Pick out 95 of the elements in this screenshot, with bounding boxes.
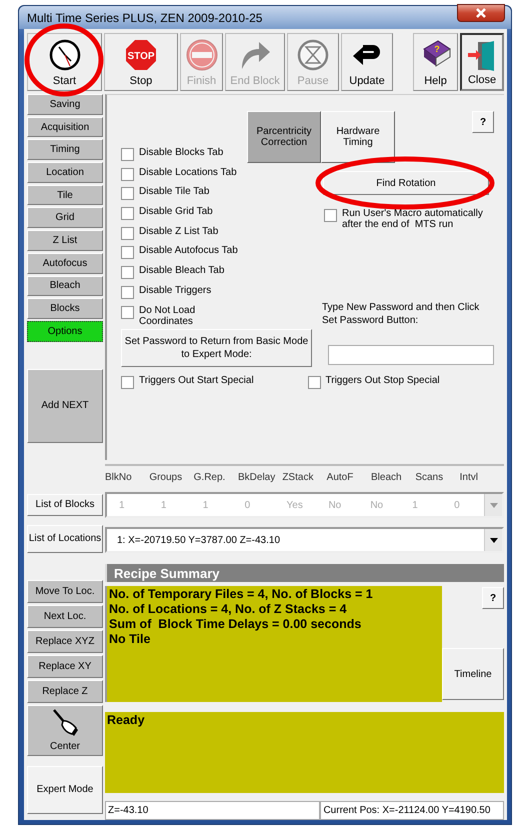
side-tab[interactable]: Location (27, 162, 103, 183)
checkbox[interactable] (121, 266, 134, 280)
center-button[interactable]: Center (27, 704, 103, 756)
password-field[interactable] (328, 344, 494, 364)
checkbox-label: Disable Grid Tab (139, 206, 213, 218)
toolbar-button[interactable]: Update (341, 33, 393, 91)
side-tab[interactable]: Grid (27, 207, 103, 228)
checkbox-label: Disable Autofocus Tab (139, 245, 238, 256)
column-header: Groups (149, 472, 184, 482)
hourglass-clock-icon (297, 39, 329, 71)
column-header: AutoF (326, 472, 354, 482)
help-button[interactable]: ? (472, 111, 494, 133)
checkbox[interactable] (121, 168, 134, 181)
toolbar-button[interactable]: Close (460, 33, 504, 91)
curved-arrow-icon (239, 39, 271, 71)
current-position-field: Current Pos: X=-21124.00 Y=4190.50 (320, 801, 504, 820)
checkbox-label: Run User's Macro automatically after the end of MTS run (342, 208, 484, 230)
status-message: Ready (105, 712, 504, 793)
side-tab[interactable]: Z List (27, 230, 103, 251)
table-cell-text: 0 (244, 500, 252, 510)
checkbox[interactable] (308, 376, 320, 388)
checkbox[interactable] (121, 187, 134, 200)
side-tab[interactable]: Autofocus (27, 252, 103, 274)
checkbox-label: Do Not Load Coordinates (139, 304, 196, 326)
checkbox[interactable] (121, 226, 134, 240)
help-button[interactable]: ? (482, 587, 504, 609)
side-tab[interactable]: Bleach (27, 276, 103, 296)
z-position-field: Z=-43.10 (105, 801, 320, 820)
checkbox[interactable] (121, 306, 134, 318)
checkbox[interactable] (324, 209, 337, 222)
clock-icon (48, 39, 80, 71)
window-title: Multi Time Series PLUS, ZEN 2009-2010-25 (27, 10, 262, 24)
dropdown-arrow-icon (490, 538, 498, 542)
location-button[interactable]: Replace Z (27, 680, 103, 703)
side-tab[interactable]: Timing (27, 139, 103, 160)
mode-tab[interactable]: Hardware Timing (321, 111, 395, 163)
location-button[interactable]: Move To Loc. (27, 580, 103, 603)
checkbox[interactable] (121, 286, 134, 299)
add-next-button[interactable]: Add NEXT (27, 368, 103, 443)
table-cell-text: 1 (202, 500, 210, 510)
column-header: G.Rep. (194, 472, 226, 482)
summary-line: Sum of Block Time Delays = 0.00 seconds (109, 617, 362, 632)
checkbox-label: Disable Triggers (139, 284, 212, 296)
column-header: Intvl (460, 472, 479, 482)
side-tab[interactable]: Saving (27, 94, 103, 115)
checkbox[interactable] (121, 207, 134, 220)
side-tab[interactable]: Blocks (27, 298, 103, 319)
checkbox[interactable] (121, 148, 134, 161)
no-entry-icon (186, 39, 218, 71)
checkbox[interactable] (121, 376, 134, 388)
column-header: BlkNo (105, 472, 133, 482)
stop-sign-icon: STOP (125, 39, 157, 71)
list-of-blocks-button[interactable]: List of Blocks (27, 494, 103, 516)
location-button[interactable]: Next Loc. (27, 604, 103, 628)
table-cell-text: Yes (286, 500, 304, 510)
dropdown-arrow-icon (490, 502, 498, 508)
mode-tab[interactable]: Parcentricity Correction (247, 111, 321, 163)
password-hint: Type New Password and then Click Set Password Button: (322, 300, 480, 326)
column-header: BkDelay (238, 472, 276, 482)
list-of-locations-button[interactable]: List of Locations (27, 524, 103, 553)
table-cell-text: No (369, 500, 384, 510)
side-tab[interactable]: Acquisition (27, 116, 103, 138)
checkbox-label: Disable Bleach Tab (139, 265, 224, 276)
find-rotation-button[interactable]: Find Rotation (323, 171, 489, 195)
expert-mode-button[interactable]: Expert Mode (27, 766, 103, 814)
table-cell-text: 1 (160, 500, 168, 510)
table-cell-text: 1 (411, 500, 419, 510)
column-header: Bleach (370, 472, 403, 482)
checkbox[interactable] (121, 246, 134, 260)
set-password-button[interactable]: Set Password to Return from Basic Mode to Expert Mode: (121, 328, 312, 366)
checkbox-label: Disable Tile Tab (139, 186, 210, 198)
checkbox-label: Triggers Out Start Special (139, 374, 254, 386)
close-button[interactable] (457, 4, 505, 22)
column-header: Scans (415, 472, 444, 482)
checkbox-label: Disable Locations Tab (139, 166, 237, 178)
table-cell-text: 0 (453, 500, 461, 510)
toolbar-button[interactable]: ? Help (413, 33, 458, 91)
checkbox-label: Disable Z List Tab (139, 226, 218, 237)
checkbox-label: Triggers Out Stop Special (326, 374, 440, 386)
checkbox-label: Disable Blocks Tab (139, 147, 224, 158)
side-tab[interactable]: Options (27, 320, 103, 342)
summary-line: No. of Locations = 4, No. of Z Stacks = 4 (109, 602, 348, 617)
location-button[interactable]: Replace XY (27, 654, 103, 678)
summary-line: No Tile (109, 632, 152, 647)
location-button[interactable]: Replace XYZ (27, 630, 103, 653)
timeline-button[interactable]: Timeline (442, 648, 504, 700)
summary-line: No. of Temporary Files = 4, No. of Blocks = 1 (109, 587, 374, 602)
side-tab[interactable]: Tile (27, 184, 103, 206)
column-header: ZStack (282, 472, 314, 482)
locations-dropdown[interactable]: 1: X=-20719.50 Y=3787.00 Z=-43.10 (105, 527, 504, 553)
table-cell-text: 1 (118, 500, 126, 510)
toolbar-button[interactable]: STOP Stop (104, 33, 178, 91)
table-cell-text: No (327, 500, 342, 510)
section-header: Recipe Summary (105, 564, 504, 582)
close-icon (476, 8, 486, 18)
